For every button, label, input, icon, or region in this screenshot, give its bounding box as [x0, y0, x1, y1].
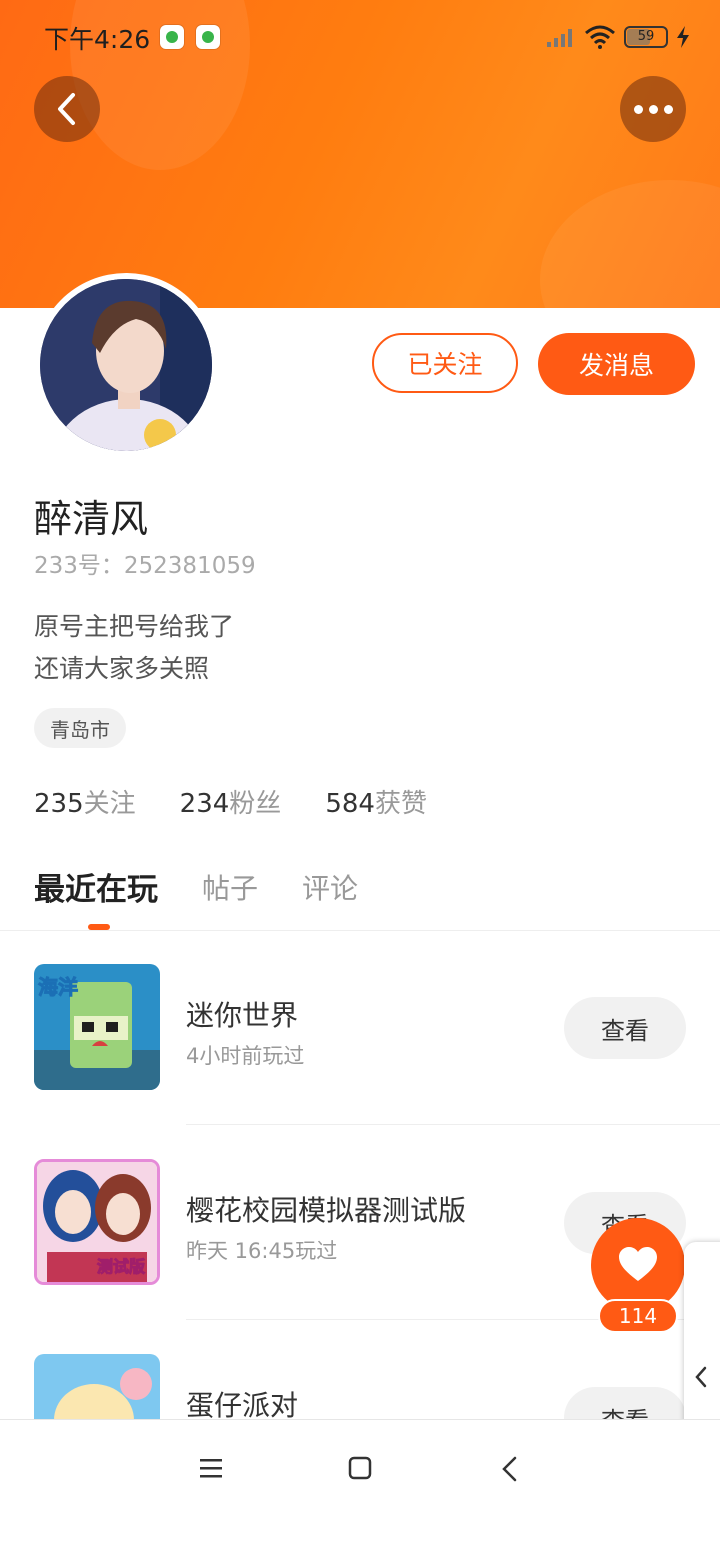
fans-count: 234 [179, 789, 230, 819]
battery-icon: 59 [624, 26, 668, 48]
view-game-button[interactable]: 查看 [564, 997, 686, 1059]
profile-name: 醉清风 [34, 497, 149, 541]
tab-comments[interactable]: 评论 [302, 864, 358, 909]
location-tag: 青岛市 [34, 708, 126, 748]
likes-count: 584 [325, 789, 375, 819]
home-icon[interactable] [347, 1456, 373, 1480]
tab-recently-played[interactable]: 最近在玩 [34, 864, 158, 909]
chevron-left-icon [695, 1366, 707, 1388]
game-icon-sakura-school: 测试版 [34, 1159, 160, 1285]
fans-stat[interactable]: 234粉丝 [180, 783, 282, 820]
likes-stat[interactable]: 584获赞 [325, 783, 427, 820]
like-button[interactable] [591, 1218, 685, 1312]
signal-icon [547, 29, 572, 47]
wifi-icon [585, 25, 615, 49]
profile-tabs: 最近在玩 帖子 评论 [34, 864, 402, 909]
game-last-played: 昨天 16:45玩过 [186, 1239, 338, 1263]
profile-stats: 235关注 234粉丝 584获赞 [34, 783, 427, 820]
following-stat[interactable]: 235关注 [34, 783, 136, 820]
send-message-button[interactable]: 发消息 [538, 333, 695, 395]
divider [0, 930, 720, 931]
status-time: 下午4:26 [44, 25, 151, 54]
bio-line: 还请大家多关照 [34, 654, 210, 683]
game-title: 迷你世界 [186, 999, 299, 1032]
game-title: 樱花校园模拟器测试版 [186, 1194, 467, 1227]
game-icon-label: 海洋 [38, 975, 78, 999]
status-bar: 下午4:26 59 [0, 0, 720, 72]
back-button[interactable] [34, 76, 100, 142]
game-icon-label: 测试版 [97, 1257, 145, 1276]
header-decoration [540, 180, 720, 308]
notification-icon [196, 25, 220, 49]
like-count-badge: 114 [598, 1299, 678, 1333]
avatar-image [40, 279, 212, 451]
following-label: 关注 [83, 789, 136, 819]
game-last-played: 4小时前玩过 [186, 1044, 305, 1068]
more-dots-icon [633, 104, 673, 114]
more-button[interactable] [620, 76, 686, 142]
likes-label: 获赞 [374, 789, 427, 819]
game-icon-mini-world: 海洋 [34, 964, 160, 1090]
list-item[interactable]: 海洋 迷你世界 4小时前玩过 查看 [0, 964, 720, 1159]
profile-id: 233号：252381059 [34, 553, 256, 579]
following-count: 235 [34, 789, 84, 819]
tab-posts[interactable]: 帖子 [202, 864, 258, 909]
avatar[interactable] [34, 273, 218, 457]
system-nav-bar [0, 1419, 720, 1521]
bio-line: 原号主把号给我了 [34, 612, 235, 641]
game-title: 蛋仔派对 [186, 1389, 299, 1422]
charging-icon [677, 26, 689, 48]
profile-bio: 原号主把号给我了 还请大家多关照 [34, 606, 234, 690]
heart-icon [619, 1247, 657, 1281]
status-icons: 59 [546, 22, 690, 52]
menu-icon[interactable] [198, 1456, 224, 1480]
notification-icon [160, 25, 184, 49]
divider [186, 1124, 720, 1125]
chevron-left-icon [58, 93, 75, 125]
back-icon[interactable] [500, 1456, 520, 1482]
fans-label: 粉丝 [229, 789, 282, 819]
profile-header-banner: 下午4:26 59 [0, 0, 720, 308]
following-button[interactable]: 已关注 [372, 333, 518, 393]
